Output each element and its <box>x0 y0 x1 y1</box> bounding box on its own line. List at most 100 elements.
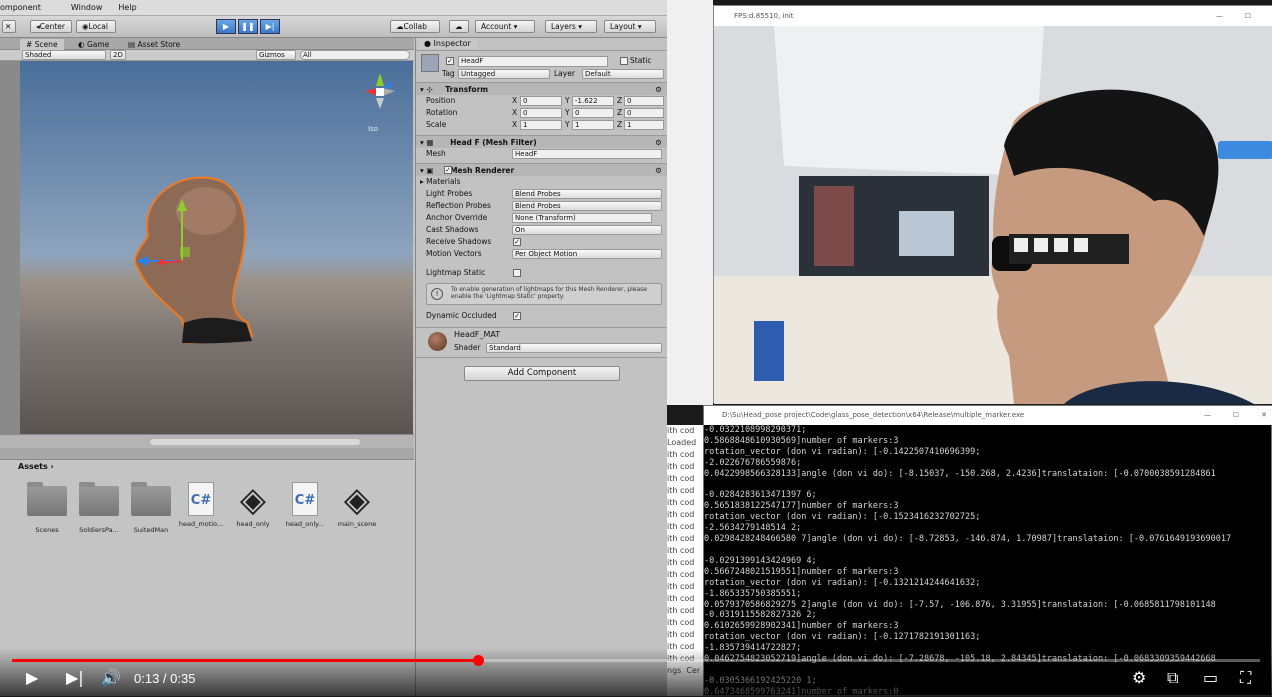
shading-mode-dropdown[interactable]: Shaded <box>22 50 106 60</box>
position-x-field[interactable]: 0 <box>520 96 562 106</box>
scale-y-field[interactable]: 1 <box>572 120 614 130</box>
volume-icon[interactable]: 🔊 <box>101 668 121 687</box>
light-probes-dropdown[interactable]: Blend Probes <box>512 189 662 199</box>
camera-window-titlebar[interactable]: FPS:d.85510, init — ☐ <box>714 6 1272 26</box>
cast-shadows-dropdown[interactable]: On <box>512 225 662 235</box>
rotation-z-field[interactable]: 0 <box>624 108 664 118</box>
cloud-services-button[interactable]: ☁ <box>449 20 469 33</box>
miniplayer-icon[interactable]: ⧉ <box>1167 668 1178 688</box>
video-time: 0:13 / 0:35 <box>134 671 196 686</box>
mesh-filter-header[interactable]: ▾ ▦ Head F (Mesh Filter) ⚙ <box>416 135 667 148</box>
transform-position-row: Position X0 Y -1.622 Z0 <box>416 95 667 107</box>
minimize-icon[interactable]: — <box>1216 6 1223 26</box>
asset-script-head-only[interactable]: C# head_only... <box>280 480 330 528</box>
space-label: Local <box>88 22 108 31</box>
scene-tab-icon: # <box>26 40 33 49</box>
asset-folder-soldiers[interactable]: SoldiersPa... <box>74 480 124 534</box>
menu-window[interactable]: Window <box>71 3 103 12</box>
play-button[interactable]: ▶ <box>216 19 236 34</box>
background-window-edge <box>667 0 713 405</box>
mesh-renderer-enabled-checkbox[interactable]: ✓ <box>444 166 452 174</box>
menu-component[interactable]: omponent <box>0 3 41 12</box>
video-scrubber[interactable] <box>472 655 484 666</box>
materials-row[interactable]: ▸ Materials <box>416 176 667 188</box>
toggle-2d-button[interactable]: 2D <box>110 50 126 60</box>
tag-value: Untagged <box>461 70 496 78</box>
position-y-field[interactable]: -1.622 <box>572 96 614 106</box>
static-checkbox[interactable] <box>620 57 628 65</box>
asset-folder-scenes[interactable]: Scenes <box>22 480 72 534</box>
layers-dropdown[interactable]: Layers ▾ <box>545 20 597 33</box>
gizmos-dropdown[interactable]: Gizmos <box>256 50 296 60</box>
camera-window[interactable]: FPS:d.85510, init — ☐ <box>713 5 1272 404</box>
layout-dropdown[interactable]: Layout ▾ <box>604 20 656 33</box>
pause-button[interactable]: ❚❚ <box>238 19 258 34</box>
tab-scene[interactable]: # Scene <box>20 39 64 50</box>
active-checkbox[interactable]: ✓ <box>446 57 454 65</box>
position-z-field[interactable]: 0 <box>624 96 664 106</box>
add-component-button[interactable]: Add Component <box>464 366 620 381</box>
tag-dropdown[interactable]: Untagged <box>458 69 550 79</box>
shader-label: Shader <box>454 343 481 352</box>
step-button[interactable]: ▶| <box>260 19 280 34</box>
console-line: -0.0322108998290371; <box>704 425 807 435</box>
layer-dropdown[interactable]: Default <box>582 69 664 79</box>
asset-scene-head-only[interactable]: ◈ head_only <box>228 480 278 528</box>
rotation-x-field[interactable]: 0 <box>520 108 562 118</box>
output-line: ith cod <box>667 534 695 543</box>
collab-dropdown[interactable]: ☁Collab <box>390 20 440 33</box>
console-line: 0.6102659928902341]number of markers:3 <box>704 621 899 632</box>
scale-z: 1 <box>627 121 632 129</box>
anchor-override-field[interactable]: None (Transform) <box>512 213 652 223</box>
rotation-y-field[interactable]: 0 <box>572 108 614 118</box>
reflection-probes-dropdown[interactable]: Blend Probes <box>512 201 662 211</box>
theater-icon[interactable]: ▭ <box>1203 668 1218 687</box>
shader-dropdown[interactable]: Standard <box>486 343 662 353</box>
asset-folder-suitedman[interactable]: SuitedMan <box>126 480 176 534</box>
video-progress-bar[interactable] <box>12 655 1260 666</box>
motion-vectors-dropdown[interactable]: Per Object Motion <box>512 249 662 259</box>
space-local-button[interactable]: ◉Local <box>76 20 116 33</box>
tab-asset-store[interactable]: ▤ Asset Store <box>122 39 186 50</box>
scrollbar-thumb[interactable] <box>150 439 360 445</box>
orientation-gizmo[interactable]: Iso <box>365 73 395 133</box>
fullscreen-icon[interactable]: ⛶ <box>1240 668 1251 688</box>
maximize-icon[interactable]: ☐ <box>1245 6 1251 26</box>
dynamic-occluded-checkbox[interactable]: ✓ <box>513 312 521 320</box>
assets-breadcrumb[interactable]: Assets › <box>18 462 54 471</box>
account-dropdown[interactable]: Account ▾ <box>475 20 535 33</box>
lightmap-static-checkbox[interactable] <box>513 269 521 277</box>
folder-icon <box>79 482 119 516</box>
scale-z-field[interactable]: 1 <box>624 120 664 130</box>
asset-label: head_only <box>236 520 270 528</box>
tool-rect-button[interactable]: ✕ <box>2 20 16 33</box>
tab-game[interactable]: ◐ Game <box>72 39 115 50</box>
maximize-icon[interactable]: ☐ <box>1233 406 1239 425</box>
scene-search-input[interactable]: All <box>300 50 410 60</box>
scale-x-field[interactable]: 1 <box>520 120 562 130</box>
console-line: -2.022676786559876; <box>704 457 802 468</box>
mesh-renderer-header[interactable]: ▾ ▣ ✓ Mesh Renderer ⚙ <box>416 163 667 176</box>
unity-scene-icon: ◈ <box>343 480 371 520</box>
object-name-input[interactable]: HeadF <box>458 56 608 67</box>
minimize-icon[interactable]: — <box>1204 406 1211 425</box>
scene-viewport[interactable]: Iso <box>20 61 413 434</box>
next-icon[interactable]: ▶| <box>66 668 84 687</box>
menu-help[interactable]: Help <box>118 3 136 12</box>
pivot-center-button[interactable]: ◂Center <box>30 20 72 33</box>
asset-script-head-motion[interactable]: C# head_motio... <box>176 480 226 528</box>
output-line: Loaded <box>667 438 697 447</box>
asset-scene-main[interactable]: ◈ main_scene <box>332 480 382 528</box>
play-icon[interactable]: ▶ <box>26 668 38 687</box>
assets-breadcrumb-label: Assets <box>18 462 48 471</box>
tab-inspector[interactable]: ● Inspector <box>418 38 477 49</box>
lightmap-info-box: ! To enable generation of lightmaps for … <box>426 283 662 305</box>
position-y: -1.622 <box>575 97 598 105</box>
scene-scrollbar[interactable] <box>0 434 414 448</box>
close-icon[interactable]: ✕ <box>1261 406 1267 425</box>
transform-header[interactable]: ▾ ⊹ Transform ⚙ <box>416 82 667 95</box>
console-window-titlebar[interactable]: D:\Su\Head_pose project\Code\glass_pose_… <box>704 406 1272 425</box>
receive-shadows-checkbox[interactable]: ✓ <box>513 238 521 246</box>
mesh-field[interactable]: HeadF <box>512 149 662 159</box>
settings-icon[interactable]: ⚙ <box>1132 668 1146 687</box>
